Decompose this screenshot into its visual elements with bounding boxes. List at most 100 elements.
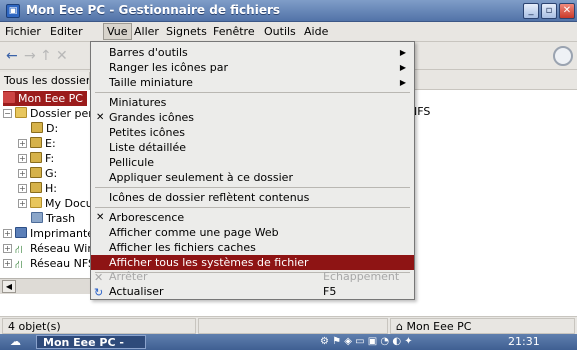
menu-aide[interactable]: Aide (304, 25, 328, 38)
menu-separator (95, 207, 410, 208)
maximize-button[interactable]: ▫ (541, 3, 557, 19)
home-icon: ⌂ (396, 320, 403, 333)
scroll-left-icon[interactable]: ◀ (2, 280, 16, 293)
menu-item-label: Afficher comme une page Web (109, 226, 279, 239)
tree-item-label: G: (45, 167, 58, 180)
app-icon: ▣ (6, 4, 20, 18)
tree-item-f[interactable]: + F: (18, 151, 54, 166)
stop-icon: ✕ (94, 271, 104, 284)
menu-item-show-hidden-files[interactable]: Afficher les fichiers caches (91, 240, 414, 255)
menu-outils[interactable]: Outils (264, 25, 296, 38)
expand-icon[interactable]: + (3, 229, 12, 238)
tree-item-label: D: (46, 122, 59, 135)
stop-icon[interactable]: ✕ (56, 48, 68, 64)
menu-item-label: Ranger les icônes par (109, 61, 228, 74)
menu-item-label: Taille miniature (109, 76, 193, 89)
menu-item-arrange-icons[interactable]: Ranger les icônes par ▶ (91, 60, 414, 75)
menu-item-folder-icons-reflect[interactable]: Icônes de dossier reflètent contenus (91, 190, 414, 205)
window-title: Mon Eee PC - Gestionnaire de fichiers (26, 3, 281, 17)
tree-item-reseau-windows[interactable]: + ⛙ Réseau Win (3, 241, 94, 256)
tree-item-dossier-personnel[interactable]: − Dossier per (3, 106, 93, 121)
status-middle (198, 318, 388, 334)
check-icon: ✕ (96, 212, 105, 223)
drive-icon (31, 122, 43, 133)
menu-item-label: Barres d'outils (109, 46, 188, 59)
menu-item-filmstrip[interactable]: Pellicule (91, 155, 414, 170)
object-count: 4 objet(s) (2, 318, 196, 334)
menu-item-label: Actualiser (109, 285, 164, 298)
collapse-icon[interactable]: − (3, 109, 12, 118)
menu-item-label: Liste détaillée (109, 141, 186, 154)
menu-item-detailed-list[interactable]: Liste détaillée (91, 140, 414, 155)
tree-item-g[interactable]: + G: (18, 166, 57, 181)
menu-item-tree-view[interactable]: ✕ Arborescence (91, 210, 414, 225)
expand-icon[interactable]: + (18, 154, 27, 163)
printer-icon (15, 227, 27, 238)
menu-item-large-icons[interactable]: ✕ Grandes icônes (91, 110, 414, 125)
menu-item-toolbars[interactable]: Barres d'outils ▶ (91, 45, 414, 60)
tree-item-label: My Docu (45, 197, 93, 210)
menu-item-small-icons[interactable]: Petites icônes (91, 125, 414, 140)
expand-icon[interactable]: + (18, 139, 27, 148)
menu-item-label: Petites icônes (109, 126, 185, 139)
trash-icon (31, 212, 43, 223)
drive-icon (30, 137, 42, 148)
menu-signets[interactable]: Signets (166, 25, 207, 38)
back-icon[interactable]: ← (6, 48, 18, 64)
system-tray-icons[interactable]: ⚙ ⚑ ◈ ▭ ▣ ◔ ◐ ✦ (320, 335, 413, 349)
menu-item-label: Grandes icônes (109, 111, 195, 124)
menu-shortcut: F5 (323, 285, 337, 298)
taskbar-window-button[interactable]: Mon Eee PC - (36, 335, 146, 349)
menu-item-apply-this-folder[interactable]: Appliquer seulement à ce dossier (91, 170, 414, 185)
menu-item-label: Icônes de dossier reflètent contenus (109, 191, 310, 204)
title-bar[interactable]: ▣ Mon Eee PC - Gestionnaire de fichiers … (0, 0, 577, 22)
tree-item-e[interactable]: + E: (18, 136, 56, 151)
menu-item-show-all-filesystems[interactable]: Afficher tous les systèmes de fichier (91, 255, 414, 270)
tree-item-label: E: (45, 137, 56, 150)
menu-item-label: Arrêter (109, 270, 148, 283)
tree-item-mon-eee-pc[interactable]: Mon Eee PC (3, 91, 87, 106)
up-icon[interactable]: ↑ (40, 48, 52, 64)
taskbar: ☁ Mon Eee PC - ⚙ ⚑ ◈ ▭ ▣ ◔ ◐ ✦ 21:31 (0, 334, 577, 350)
menu-item-label: Afficher tous les systèmes de fichier (109, 256, 309, 269)
menu-item-thumbnails[interactable]: Miniatures (91, 95, 414, 110)
expand-icon[interactable]: + (18, 169, 27, 178)
tree-item-d[interactable]: D: (31, 121, 58, 136)
expand-icon[interactable]: + (3, 259, 12, 268)
clock[interactable]: 21:31 (508, 335, 540, 349)
tree-item-imprimantes[interactable]: + Imprimantes (3, 226, 100, 241)
view-menu: Barres d'outils ▶ Ranger les icônes par … (90, 41, 415, 300)
submenu-arrow-icon: ▶ (399, 48, 406, 57)
tree-item-h[interactable]: + H: (18, 181, 57, 196)
drive-icon (30, 182, 42, 193)
menu-fenetre[interactable]: Fenêtre (213, 25, 255, 38)
menu-item-stop[interactable]: ✕ Arrêter Echappement (91, 269, 414, 284)
expand-icon[interactable]: + (18, 184, 27, 193)
minimize-button[interactable]: _ (523, 3, 539, 19)
tree-item-label: Trash (46, 212, 76, 225)
status-location-label: Mon Eee PC (406, 320, 472, 333)
menu-editer[interactable]: Editer (50, 25, 83, 38)
submenu-arrow-icon: ▶ (399, 78, 406, 87)
menu-item-refresh[interactable]: ↻ Actualiser F5 (91, 284, 414, 299)
drive-icon (30, 152, 42, 163)
start-menu-icon[interactable]: ☁ (10, 335, 26, 349)
menu-vue[interactable]: Vue (103, 23, 132, 40)
menu-aller[interactable]: Aller (134, 25, 159, 38)
submenu-arrow-icon: ▶ (399, 63, 406, 72)
menu-item-web-page-view[interactable]: Afficher comme une page Web (91, 225, 414, 240)
refresh-icon: ↻ (94, 286, 104, 299)
tree-item-trash[interactable]: Trash (31, 211, 75, 226)
menu-item-thumbnail-size[interactable]: Taille miniature ▶ (91, 75, 414, 90)
close-button[interactable]: ✕ (559, 3, 575, 19)
menu-item-label: Miniatures (109, 96, 167, 109)
home-folder-icon (15, 107, 27, 118)
sidebar-header[interactable]: Tous les dossier (0, 72, 90, 90)
expand-icon[interactable]: + (18, 199, 27, 208)
forward-icon[interactable]: → (24, 48, 36, 64)
expand-icon[interactable]: + (3, 244, 12, 253)
menu-bar: Fichier Editer Vue Aller Signets Fenêtre… (0, 22, 577, 42)
tree-item-reseau-nfs[interactable]: + ⛙ Réseau NFS (3, 256, 95, 271)
menu-fichier[interactable]: Fichier (5, 25, 41, 38)
tree-item-my-documents[interactable]: + My Docu (18, 196, 93, 211)
